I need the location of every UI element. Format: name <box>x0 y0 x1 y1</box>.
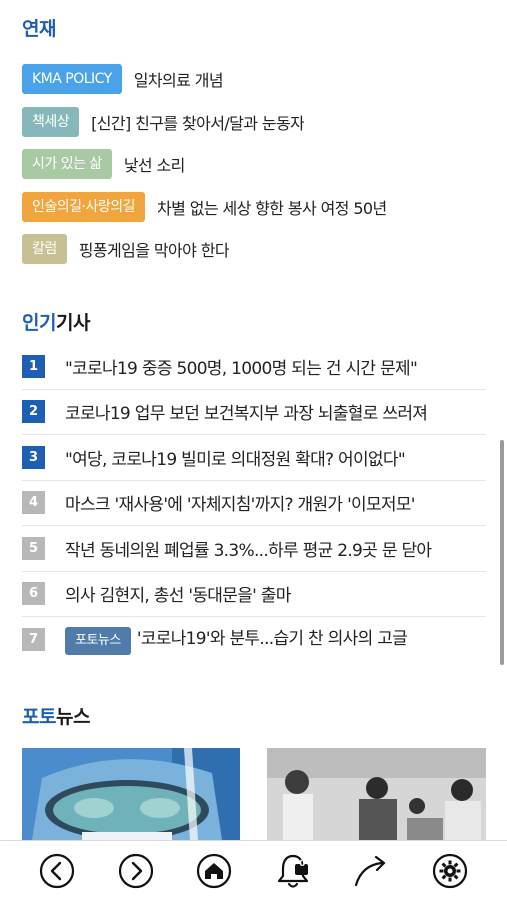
serial-tag[interactable]: 시가 있는 삶 <box>22 149 112 180</box>
serial-item-text[interactable]: 핑퐁게임을 막아야 한다 <box>79 237 229 261</box>
photo-news-badge: 포토뉴스 <box>65 627 131 656</box>
serial-section-title: 연재 <box>22 14 56 41</box>
chevron-right-icon <box>118 853 153 888</box>
bottom-navigation-bar: 0 <box>0 840 507 900</box>
settings-button[interactable] <box>430 851 470 891</box>
serial-item-text[interactable]: [신간] 친구를 찾아서/달과 눈동자 <box>91 110 304 134</box>
photo-news-thumbnail-archive[interactable] <box>267 748 486 840</box>
goggles-photo-image <box>22 748 240 840</box>
popular-item[interactable]: 5 작년 동네의원 폐업률 3.3%...하루 평균 2.9곳 문 닫아 <box>22 526 486 572</box>
serial-item[interactable]: 시가 있는 삶 낯선 소리 <box>22 143 492 186</box>
rank-badge: 6 <box>22 582 45 606</box>
popular-item-title[interactable]: 작년 동네의원 폐업률 3.3%...하루 평균 2.9곳 문 닫아 <box>65 536 486 561</box>
popular-item-title[interactable]: 의사 김현지, 총선 '동대문을' 출마 <box>65 581 486 606</box>
serial-item[interactable]: 책세상 [신간] 친구를 찾아서/달과 눈동자 <box>22 101 492 144</box>
rank-badge: 1 <box>22 354 45 378</box>
notifications-button[interactable]: 0 <box>273 851 313 891</box>
share-arrow-icon <box>355 855 386 886</box>
photo-news-title-accent: 포토 <box>22 706 56 728</box>
serial-tag[interactable]: 인술의길·사랑의길 <box>22 191 145 222</box>
popular-item[interactable]: 7 포토뉴스 '코로나19'와 분투...습기 찬 의사의 고글 <box>22 617 486 663</box>
serial-tag[interactable]: KMA POLICY <box>22 64 122 95</box>
serial-item-text[interactable]: 낯선 소리 <box>124 152 185 176</box>
chevron-left-icon <box>40 853 75 888</box>
popular-item-title[interactable]: "코로나19 중증 500명, 1000명 되는 건 시간 문제" <box>65 354 486 379</box>
popular-title-accent: 인기 <box>22 312 56 334</box>
back-button[interactable] <box>37 851 77 891</box>
rank-badge: 2 <box>22 400 45 424</box>
archive-photo-image <box>267 748 486 840</box>
serial-title-text: 연재 <box>22 18 56 40</box>
photo-news-section-title: 포토뉴스 <box>22 702 90 729</box>
popular-item-title[interactable]: 포토뉴스 '코로나19'와 분투...습기 찬 의사의 고글 <box>65 624 486 656</box>
serial-item-text[interactable]: 일차의료 개념 <box>134 67 223 91</box>
rank-badge: 4 <box>22 491 45 515</box>
home-icon <box>197 853 232 888</box>
popular-item[interactable]: 3 "여당, 코로나19 빌미로 의대정원 확대? 어이없다" <box>22 435 486 481</box>
rank-badge: 3 <box>22 445 45 469</box>
popular-item[interactable]: 4 마스크 '재사용'에 '자체지침'까지? 개원가 '이모저모' <box>22 481 486 526</box>
serial-item[interactable]: KMA POLICY 일차의료 개념 <box>22 58 492 101</box>
serial-item[interactable]: 칼럼 핑퐁게임을 막아야 한다 <box>22 228 492 271</box>
home-button[interactable] <box>194 851 234 891</box>
scrollbar[interactable] <box>500 440 504 665</box>
popular-title-rest: 기사 <box>55 312 90 334</box>
rank-badge: 7 <box>22 628 45 652</box>
popular-item[interactable]: 2 코로나19 업무 보던 보건복지부 과장 뇌출혈로 쓰러져 <box>22 390 486 435</box>
popular-section-title: 인기기사 <box>22 308 90 335</box>
share-button[interactable] <box>351 851 391 891</box>
bell-icon <box>277 854 308 888</box>
serial-item-text[interactable]: 차별 없는 세상 향한 봉사 여정 50년 <box>157 195 387 219</box>
gear-icon <box>432 853 467 888</box>
serial-tag[interactable]: 칼럼 <box>22 234 67 265</box>
popular-item[interactable]: 1 "코로나19 중증 500명, 1000명 되는 건 시간 문제" <box>22 344 486 390</box>
serial-list: KMA POLICY 일차의료 개념 책세상 [신간] 친구를 찾아서/달과 눈… <box>22 58 492 271</box>
rank-badge: 5 <box>22 536 45 560</box>
notification-count: 0 <box>299 858 306 869</box>
photo-news-thumbnail-goggles[interactable] <box>22 748 240 840</box>
photo-news-title-rest: 뉴스 <box>55 706 90 728</box>
popular-item[interactable]: 6 의사 김현지, 총선 '동대문을' 출마 <box>22 572 486 617</box>
popular-list: 1 "코로나19 중증 500명, 1000명 되는 건 시간 문제" 2 코로… <box>22 344 486 663</box>
forward-button[interactable] <box>116 851 156 891</box>
serial-item[interactable]: 인술의길·사랑의길 차별 없는 세상 향한 봉사 여정 50년 <box>22 186 492 229</box>
serial-tag[interactable]: 책세상 <box>22 106 80 137</box>
popular-item-title[interactable]: "여당, 코로나19 빌미로 의대정원 확대? 어이없다" <box>65 445 486 470</box>
popular-item-title[interactable]: 마스크 '재사용'에 '자체지침'까지? 개원가 '이모저모' <box>65 490 486 515</box>
popular-item-title-text[interactable]: '코로나19'와 분투...습기 찬 의사의 고글 <box>137 629 408 649</box>
popular-item-title[interactable]: 코로나19 업무 보던 보건복지부 과장 뇌출혈로 쓰러져 <box>65 399 486 424</box>
